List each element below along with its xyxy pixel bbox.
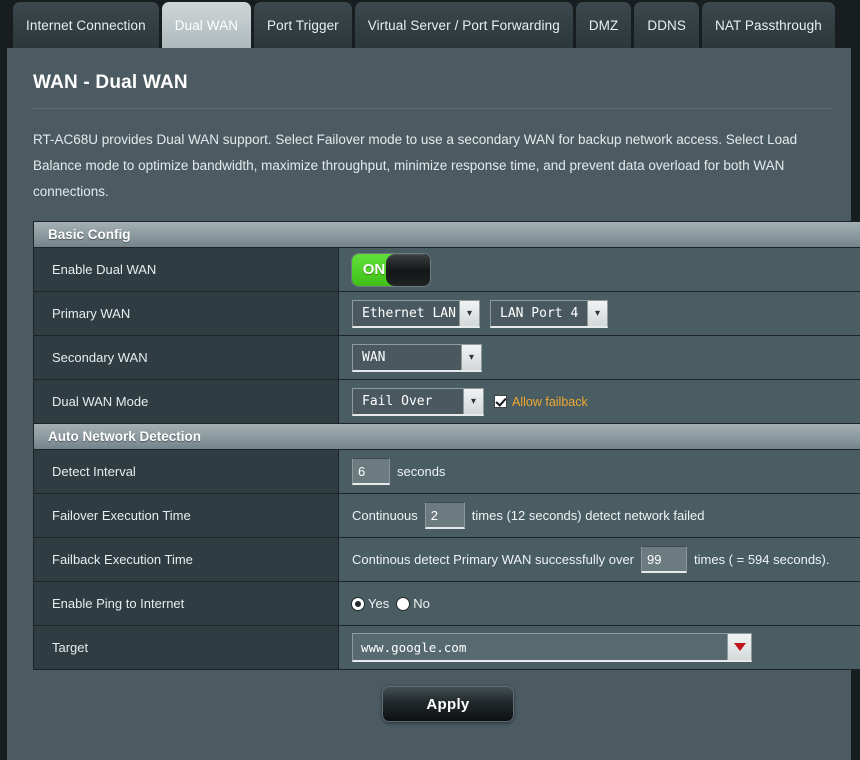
chevron-down-icon: ▾ [461,344,481,370]
row-failback-execution-time: Failback Execution Time Continous detect… [34,538,860,582]
allow-failback-checkbox[interactable]: Allow failback [494,395,588,409]
label-enable-ping: Enable Ping to Internet [34,582,339,625]
row-failover-execution-time: Failover Execution Time Continuous times… [34,494,860,538]
enable-ping-yes-label: Yes [368,596,390,611]
chevron-down-icon: ▾ [587,300,607,326]
target-dropdown-button[interactable] [727,634,751,660]
label-failback-execution-time: Failback Execution Time [34,538,339,581]
settings-table: Basic Config Enable Dual WAN ON Primary … [33,221,860,670]
apply-button-container: Apply [33,670,860,722]
value-detect-interval: seconds [339,450,860,493]
left-gutter [0,0,7,760]
label-detect-interval: Detect Interval [34,450,339,493]
primary-wan-port-select[interactable]: LAN Port 4 ▾ [490,299,608,328]
value-secondary-wan: WAN ▾ [339,336,860,379]
radio-selected-icon [352,597,364,610]
enable-ping-radio-yes[interactable]: Yes [352,596,389,611]
enable-ping-radio-no[interactable]: No [397,596,430,611]
tab-dual-wan[interactable]: Dual WAN [161,2,252,48]
enable-ping-no-label: No [413,596,430,611]
tab-virtual-server-port-forwarding[interactable]: Virtual Server / Port Forwarding [354,2,573,48]
value-failback-execution-time: Continous detect Primary WAN successfull… [339,538,860,581]
failback-times-input[interactable] [641,546,688,573]
enable-dual-wan-toggle[interactable]: ON [352,253,430,286]
detect-interval-unit: seconds [397,464,446,479]
label-enable-dual-wan: Enable Dual WAN [34,248,339,291]
row-enable-ping: Enable Ping to Internet Yes No [34,582,860,626]
tab-nat-passthrough[interactable]: NAT Passthrough [702,2,835,48]
apply-button[interactable]: Apply [382,686,514,722]
checkbox-icon [494,395,507,408]
row-detect-interval: Detect Interval seconds [34,450,860,494]
failover-suffix-text: times (12 seconds) detect network failed [471,508,705,523]
failover-prefix-text: Continuous [352,508,418,523]
target-combobox[interactable]: www.google.com [352,633,752,662]
tab-dmz[interactable]: DMZ [575,2,632,48]
primary-wan-type-select[interactable]: Ethernet LAN ▾ [352,299,480,328]
target-value: www.google.com [361,639,467,655]
main-panel: WAN - Dual WAN RT-AC68U provides Dual WA… [7,48,860,760]
radio-unselected-icon [397,597,410,610]
page-description: RT-AC68U provides Dual WAN support. Sele… [33,132,798,199]
row-enable-dual-wan: Enable Dual WAN ON [34,248,860,292]
tab-internet-connection[interactable]: Internet Connection [13,2,159,48]
detect-interval-input[interactable] [352,458,390,485]
chevron-down-icon: ▾ [459,300,479,326]
dual-wan-mode-select[interactable]: Fail Over ▾ [352,387,484,416]
value-failover-execution-time: Continuous times (12 seconds) detect net… [339,494,860,537]
dual-wan-mode-value: Fail Over [362,393,433,409]
label-secondary-wan: Secondary WAN [34,336,339,379]
enable-ping-radio-group: Yes No [352,596,430,611]
toggle-knob [386,253,430,286]
row-dual-wan-mode: Dual WAN Mode Fail Over ▾ Allow failback [34,380,860,424]
row-target: Target www.google.com [34,626,860,670]
label-target: Target [34,626,339,669]
tab-bar: Internet Connection Dual WAN Port Trigge… [7,0,851,48]
value-primary-wan: Ethernet LAN ▾ LAN Port 4 ▾ [339,292,860,335]
row-primary-wan: Primary WAN Ethernet LAN ▾ LAN Port 4 ▾ [34,292,860,336]
secondary-wan-select[interactable]: WAN ▾ [352,343,482,372]
value-enable-ping: Yes No [339,582,860,625]
label-dual-wan-mode: Dual WAN Mode [34,380,339,423]
tab-ddns[interactable]: DDNS [634,2,700,48]
chevron-down-icon: ▾ [463,388,483,414]
failover-times-input[interactable] [424,502,465,529]
primary-wan-type-value: Ethernet LAN [362,305,456,321]
section-header-basic-config: Basic Config [34,222,860,248]
tab-port-trigger[interactable]: Port Trigger [254,2,352,48]
label-failover-execution-time: Failover Execution Time [34,494,339,537]
page-title: WAN - Dual WAN [33,72,188,93]
label-primary-wan: Primary WAN [34,292,339,335]
failback-prefix-text: Continous detect Primary WAN successfull… [352,552,635,567]
allow-failback-label: Allow failback [512,394,588,409]
secondary-wan-value: WAN [362,349,386,365]
value-enable-dual-wan: ON [339,248,860,291]
failback-suffix-text: times ( = 594 seconds). [694,552,830,567]
value-dual-wan-mode: Fail Over ▾ Allow failback [339,380,860,423]
router-admin-page: Internet Connection Dual WAN Port Trigge… [0,0,860,760]
row-secondary-wan: Secondary WAN WAN ▾ [34,336,860,380]
section-header-auto-network-detection: Auto Network Detection [34,424,860,450]
caret-down-icon [733,643,746,651]
primary-wan-port-value: LAN Port 4 [500,305,579,321]
value-target: www.google.com [339,626,860,669]
